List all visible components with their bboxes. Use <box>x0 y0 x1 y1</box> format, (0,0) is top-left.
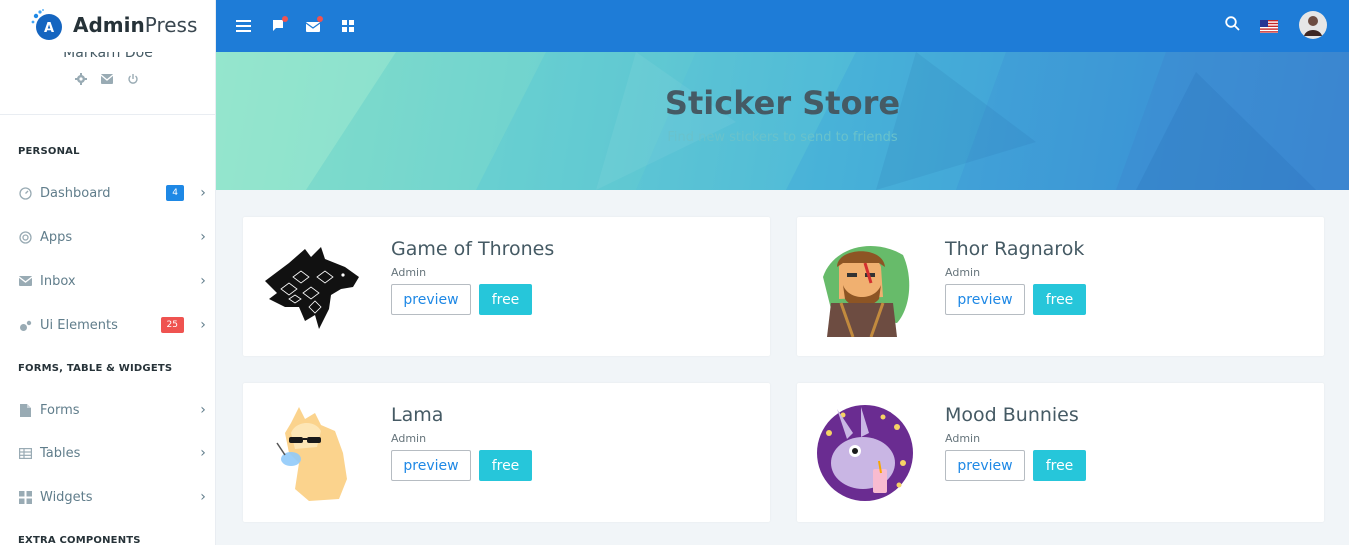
thor-sticker <box>823 246 910 337</box>
nav-caption-forms-tables: FORMS, TABLE & WIDGETS <box>18 363 173 374</box>
settings-gear-icon[interactable] <box>74 72 88 86</box>
sticker-card: Game of Thrones Admin preview free <box>243 217 770 356</box>
sidebar-item-apps[interactable]: Apps › <box>18 225 208 249</box>
chevron-right-icon: › <box>200 402 206 418</box>
sticker-card: Lama Admin preview free <box>243 383 770 522</box>
free-button[interactable]: free <box>1033 284 1086 315</box>
chevron-right-icon: › <box>200 185 206 201</box>
chevron-right-icon: › <box>200 489 206 505</box>
sidebar-item-label: Dashboard <box>40 185 111 201</box>
sidebar-item-inbox[interactable]: Inbox › <box>18 269 208 293</box>
sidebar-item-label: Forms <box>40 402 80 418</box>
bubbles-icon <box>18 318 32 332</box>
page-title: Sticker Store <box>664 84 901 122</box>
chevron-right-icon: › <box>200 229 206 245</box>
mail-icon[interactable] <box>100 72 114 86</box>
card-title[interactable]: Game of Thrones <box>391 238 554 260</box>
user-avatar[interactable] <box>1299 11 1327 39</box>
sidebar-item-label: Tables <box>40 445 81 461</box>
chevron-right-icon: › <box>200 445 206 461</box>
power-icon[interactable] <box>126 72 140 86</box>
chevron-right-icon: › <box>200 273 206 289</box>
llama-sticker <box>276 407 347 501</box>
bunny-sticker <box>817 405 913 501</box>
svg-text:A: A <box>44 21 54 36</box>
card-author: Admin <box>391 266 427 279</box>
sidebar-item-tables[interactable]: Tables › <box>18 441 208 465</box>
table-icon <box>18 446 32 460</box>
dashboard-gauge-icon <box>18 186 32 200</box>
file-icon <box>18 403 32 417</box>
direwolf-sticker <box>265 247 359 329</box>
preview-button[interactable]: preview <box>391 450 471 481</box>
envelope-icon <box>18 274 32 288</box>
notification-dot <box>282 16 288 22</box>
sidebar-item-label: Inbox <box>40 273 76 289</box>
nav-caption-personal: PERSONAL <box>18 146 80 157</box>
sidebar-divider <box>0 114 215 115</box>
card-author: Admin <box>391 432 427 445</box>
sidebar-item-widgets[interactable]: Widgets › <box>18 485 208 509</box>
us-flag-icon[interactable] <box>1259 16 1279 36</box>
card-author: Admin <box>945 266 981 279</box>
grid-apps-icon[interactable] <box>338 16 358 36</box>
sidebar-item-ui-elements[interactable]: Ui Elements 25 › <box>18 313 208 337</box>
sidebar: A AdminPress Markarn Doe PERSONAL Dashbo… <box>0 0 216 545</box>
sidebar-item-label: Widgets <box>40 489 93 505</box>
card-author: Admin <box>945 432 981 445</box>
topbar <box>216 0 1349 52</box>
preview-button[interactable]: preview <box>945 450 1025 481</box>
sticker-card: Thor Ragnarok Admin preview free <box>797 217 1324 356</box>
preview-button[interactable]: preview <box>391 284 471 315</box>
ui-elements-count-badge: 25 <box>160 317 184 333</box>
free-button[interactable]: free <box>479 284 532 315</box>
mail-icon[interactable] <box>303 16 323 36</box>
sidebar-item-label: Apps <box>40 229 73 245</box>
chevron-right-icon: › <box>200 317 206 333</box>
sidebar-item-forms[interactable]: Forms › <box>18 398 208 422</box>
logo-text: AdminPress <box>73 13 198 37</box>
free-button[interactable]: free <box>479 450 532 481</box>
profile-actions <box>74 72 140 86</box>
sidebar-item-label: Ui Elements <box>40 317 118 333</box>
logo[interactable]: A AdminPress <box>0 0 215 52</box>
hamburger-menu-icon[interactable] <box>233 16 253 36</box>
page-banner: Sticker Store Find new stickers to send … <box>216 52 1349 190</box>
card-title[interactable]: Thor Ragnarok <box>945 238 1084 260</box>
free-button[interactable]: free <box>1033 450 1086 481</box>
target-icon <box>18 230 32 244</box>
card-title[interactable]: Mood Bunnies <box>945 404 1079 426</box>
card-title[interactable]: Lama <box>391 404 443 426</box>
preview-button[interactable]: preview <box>945 284 1025 315</box>
widgets-icon <box>18 490 32 504</box>
chat-flag-icon[interactable] <box>268 16 288 36</box>
dashboard-count-badge: 4 <box>166 185 184 201</box>
sidebar-item-dashboard[interactable]: Dashboard 4 › <box>18 181 208 205</box>
sticker-card: Mood Bunnies Admin preview free <box>797 383 1324 522</box>
page-subtitle: Find new stickers to send to friends <box>667 130 898 145</box>
nav-caption-extra-components: EXTRA COMPONENTS <box>18 535 141 545</box>
search-icon[interactable] <box>1222 13 1242 33</box>
logo-icon: A <box>31 9 62 40</box>
notification-dot <box>317 16 323 22</box>
